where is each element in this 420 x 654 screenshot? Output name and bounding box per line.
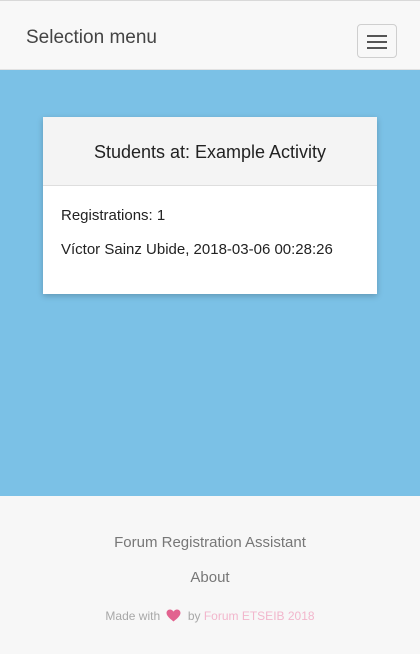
page: Selection menu Students at: Example Acti… [0,0,420,654]
hamburger-bar [367,41,387,43]
student-entry: Víctor Sainz Ubide, 2018-03-06 00:28:26 [61,241,333,258]
card-header: Students at: Example Activity [43,117,377,186]
card-title: Students at: Example Activity [93,142,327,162]
footer-app-name-link[interactable]: Forum Registration Assistant [0,534,420,552]
footer: Forum Registration Assistant About Made … [0,496,420,654]
forum-etseib-link[interactable]: Forum ETSEIB 2018 [204,609,315,623]
footer-about-link[interactable]: About [0,569,420,587]
made-with-credit: Made with by Forum ETSEIB 2018 [0,608,420,626]
navbar-toggle-button[interactable] [357,24,397,58]
students-card: Students at: Example Activity Registrati… [43,117,377,294]
made-with-text: Made with [105,609,161,623]
main-content: Students at: Example Activity Registrati… [0,70,420,496]
navbar: Selection menu [0,0,420,70]
by-text: by [187,609,201,623]
registrations-count: Registrations: 1 [61,207,166,224]
hamburger-bar [367,35,387,37]
hamburger-bar [367,47,387,49]
heart-icon [166,609,181,626]
navbar-brand[interactable]: Selection menu [26,27,157,49]
